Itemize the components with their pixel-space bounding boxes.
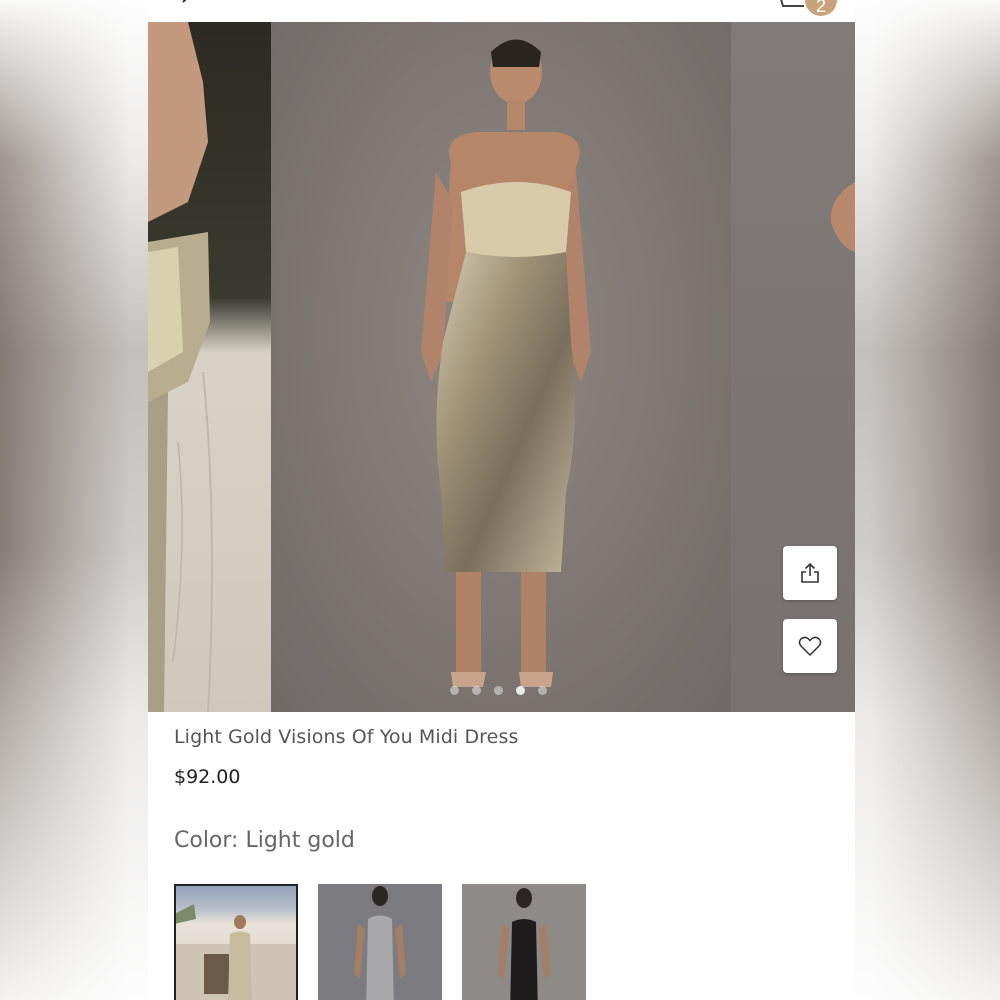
top-bar: 2 xyxy=(148,0,855,22)
carousel-dot[interactable] xyxy=(494,686,503,695)
color-selection-label: Color: Light gold xyxy=(174,828,355,853)
carousel-dot[interactable] xyxy=(472,686,481,695)
color-swatch-silver[interactable] xyxy=(318,884,442,1000)
swatch-photo-black xyxy=(498,888,550,1000)
carousel-dot[interactable] xyxy=(450,686,459,695)
cart-count-badge[interactable]: 2 xyxy=(805,0,837,16)
product-image-next[interactable] xyxy=(731,22,855,712)
product-price: $92.00 xyxy=(174,766,241,788)
share-button[interactable] xyxy=(783,546,837,600)
carousel-indicators xyxy=(450,686,547,696)
carousel-dot-active[interactable] xyxy=(516,686,525,695)
heart-icon xyxy=(798,636,822,657)
product-title: Light Gold Visions Of You Midi Dress xyxy=(174,726,519,748)
product-image-current[interactable] xyxy=(271,22,731,712)
product-image-previous[interactable] xyxy=(148,22,271,712)
color-swatch-light-gold[interactable] xyxy=(174,884,298,1000)
product-image-carousel[interactable] xyxy=(148,22,855,712)
chevron-left-icon[interactable] xyxy=(178,0,198,12)
color-swatch-black[interactable] xyxy=(462,884,586,1000)
model-photo-main xyxy=(421,39,591,687)
color-label: Color: xyxy=(174,828,239,853)
model-photo-left xyxy=(148,22,213,712)
share-icon xyxy=(801,562,819,583)
swatch-photo-light-gold xyxy=(174,904,298,1000)
cart-icon[interactable] xyxy=(774,0,808,8)
swatch-photo-silver xyxy=(354,886,406,1000)
favorite-button[interactable] xyxy=(783,619,837,673)
color-value: Light gold xyxy=(245,828,355,853)
model-photo-right xyxy=(830,182,855,252)
product-page: 2 Light Gold Visions Of You Midi Dress $… xyxy=(148,0,855,1000)
carousel-dot[interactable] xyxy=(538,686,547,695)
